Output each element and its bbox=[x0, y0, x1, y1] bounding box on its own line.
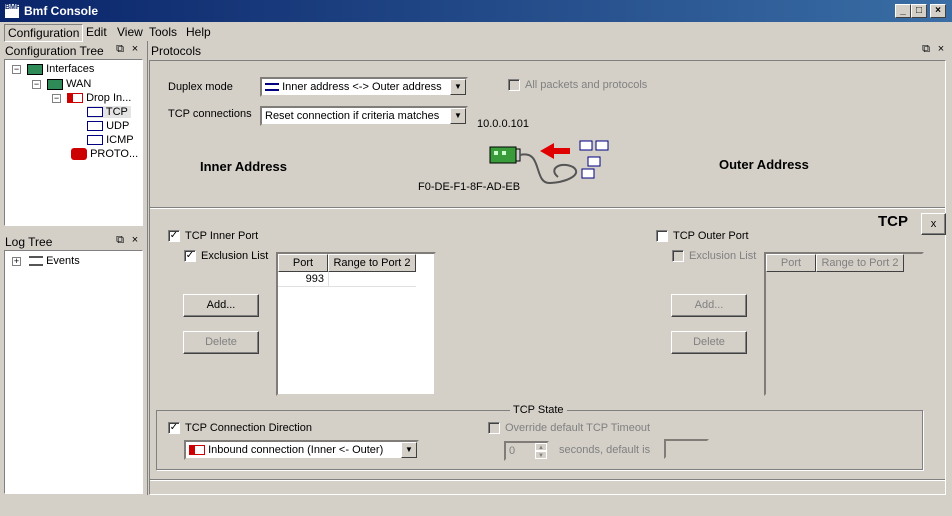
config-tree-float-icon[interactable]: ⧉ bbox=[114, 44, 126, 56]
spin-down-icon[interactable]: ▼ bbox=[535, 451, 547, 459]
default-timeout-field bbox=[664, 439, 709, 459]
tcp-connections-label: TCP connections bbox=[168, 108, 252, 120]
app-icon: BMF bbox=[4, 3, 20, 19]
menu-view[interactable]: View bbox=[114, 24, 146, 40]
table-row[interactable]: 993 bbox=[278, 272, 416, 287]
maximize-button[interactable]: □ bbox=[911, 4, 927, 18]
all-packets-checkbox[interactable] bbox=[508, 79, 520, 91]
tcp-outer-port-label: TCP Outer Port bbox=[673, 230, 749, 242]
network-diagram-icon bbox=[489, 140, 609, 185]
tcp-close-button[interactable]: x bbox=[921, 213, 946, 235]
filter-icon bbox=[67, 93, 83, 104]
tcp-outer-port-checkbox[interactable] bbox=[656, 230, 668, 242]
menu-bar: Configuration Edit View Tools Help bbox=[0, 22, 952, 42]
tcp-state-title: TCP State bbox=[510, 404, 567, 416]
inbound-icon bbox=[189, 445, 205, 456]
expander-minus-icon[interactable]: − bbox=[32, 80, 41, 89]
log-tree-float-icon[interactable]: ⧉ bbox=[114, 235, 126, 247]
protocols-float-icon[interactable]: ⧉ bbox=[920, 44, 932, 56]
tree-item-wan[interactable]: WAN bbox=[47, 78, 91, 90]
timeout-value: 0 bbox=[509, 445, 516, 457]
tcp-direction-checkbox[interactable]: ✓ bbox=[168, 422, 180, 434]
duplex-mode-select[interactable]: Inner address <-> Outer address ▼ bbox=[260, 77, 468, 97]
tree-item-proto[interactable]: PROTO... bbox=[71, 148, 138, 161]
inner-add-button[interactable]: Add... bbox=[183, 294, 259, 317]
col-range-header[interactable]: Range to Port 2 bbox=[816, 254, 904, 272]
outer-delete-button[interactable]: Delete bbox=[671, 331, 747, 354]
duplex-mode-label: Duplex mode bbox=[168, 81, 233, 93]
tcp-section-title: TCP bbox=[878, 213, 908, 230]
tcp-inner-port-checkbox[interactable]: ✓ bbox=[168, 230, 180, 242]
inner-exclusion-label: Exclusion List bbox=[201, 250, 269, 262]
tcp-inner-port-label: TCP Inner Port bbox=[185, 230, 259, 242]
outer-port-list[interactable]: Port Range to Port 2 bbox=[764, 252, 924, 396]
bottom-divider bbox=[150, 479, 945, 481]
close-button[interactable]: × bbox=[930, 4, 946, 18]
seconds-label: seconds, default is bbox=[559, 444, 651, 456]
section-divider bbox=[150, 207, 945, 209]
tree-item-tcp[interactable]: TCP bbox=[87, 106, 131, 118]
outer-exclusion-checkbox[interactable] bbox=[672, 250, 684, 262]
log-tree-close-icon[interactable]: × bbox=[129, 235, 141, 247]
menu-configuration[interactable]: Configuration bbox=[4, 24, 84, 42]
override-timeout-checkbox[interactable] bbox=[488, 422, 500, 434]
inner-delete-button[interactable]: Delete bbox=[183, 331, 259, 354]
network-card-icon bbox=[47, 78, 63, 90]
splitter[interactable] bbox=[147, 41, 148, 495]
cell-port: 993 bbox=[305, 273, 324, 285]
inner-address-label: Inner Address bbox=[200, 159, 287, 174]
override-timeout-label: Override default TCP Timeout bbox=[505, 422, 651, 434]
duplex-arrows-icon bbox=[265, 83, 279, 92]
tree-item-udp[interactable]: UDP bbox=[87, 120, 129, 132]
spin-up-icon[interactable]: ▲ bbox=[535, 443, 547, 451]
col-port-header[interactable]: Port bbox=[766, 254, 816, 272]
network-card-icon bbox=[27, 63, 43, 75]
menu-tools[interactable]: Tools bbox=[146, 24, 180, 40]
title-bar: BMF Bmf Console _ □ × bbox=[0, 0, 952, 22]
tcp-direction-label: TCP Connection Direction bbox=[185, 422, 312, 434]
chevron-down-icon[interactable]: ▼ bbox=[450, 79, 466, 95]
chevron-down-icon[interactable]: ▼ bbox=[450, 108, 466, 124]
outer-exclusion-label: Exclusion List bbox=[689, 250, 757, 262]
minimize-button[interactable]: _ bbox=[895, 4, 911, 18]
log-tree-title: Log Tree bbox=[5, 235, 53, 249]
inner-port-list[interactable]: Port Range to Port 2 993 bbox=[276, 252, 436, 396]
config-tree-close-icon[interactable]: × bbox=[129, 44, 141, 56]
config-tree-title: Configuration Tree bbox=[5, 44, 104, 58]
expander-minus-icon[interactable]: − bbox=[52, 94, 61, 103]
timeout-spinner[interactable]: 0 ▲ ▼ bbox=[504, 441, 549, 461]
menu-help[interactable]: Help bbox=[183, 24, 214, 40]
protocol-red-icon bbox=[71, 148, 87, 161]
expander-plus-icon[interactable]: + bbox=[12, 257, 21, 266]
outer-add-button[interactable]: Add... bbox=[671, 294, 747, 317]
window-title: Bmf Console bbox=[24, 4, 99, 18]
inner-exclusion-checkbox[interactable]: ✓ bbox=[184, 250, 196, 262]
all-packets-label: All packets and protocols bbox=[525, 79, 648, 91]
protocols-panel: Duplex mode Inner address <-> Outer addr… bbox=[149, 60, 946, 495]
chevron-down-icon[interactable]: ▼ bbox=[401, 442, 417, 458]
col-range-header[interactable]: Range to Port 2 bbox=[328, 254, 416, 272]
protocols-title: Protocols bbox=[151, 44, 202, 58]
ip-address: 10.0.0.101 bbox=[477, 118, 529, 130]
tree-item-events[interactable]: Events bbox=[29, 255, 80, 267]
cell-divider bbox=[328, 272, 329, 287]
events-icon bbox=[29, 256, 43, 267]
tcp-connections-select[interactable]: Reset connection if criteria matches ▼ bbox=[260, 106, 468, 126]
protocol-arrows-icon bbox=[87, 121, 103, 132]
col-port-header[interactable]: Port bbox=[278, 254, 328, 272]
tree-item-icmp[interactable]: ICMP bbox=[87, 134, 134, 146]
outer-address-label: Outer Address bbox=[719, 157, 809, 172]
protocol-arrows-icon bbox=[87, 107, 103, 118]
protocol-arrows-icon bbox=[87, 135, 103, 146]
tree-item-drop-in[interactable]: Drop In... bbox=[67, 92, 131, 104]
tree-item-interfaces[interactable]: Interfaces bbox=[27, 63, 94, 75]
expander-minus-icon[interactable]: − bbox=[12, 65, 21, 74]
protocols-close-icon[interactable]: × bbox=[935, 44, 947, 56]
log-tree-panel: + Events bbox=[4, 250, 143, 494]
config-tree-panel: − Interfaces − WAN − Drop In... TCP UDP … bbox=[4, 59, 143, 226]
menu-edit[interactable]: Edit bbox=[83, 24, 110, 40]
tcp-direction-select[interactable]: Inbound connection (Inner <- Outer) ▼ bbox=[184, 440, 419, 460]
